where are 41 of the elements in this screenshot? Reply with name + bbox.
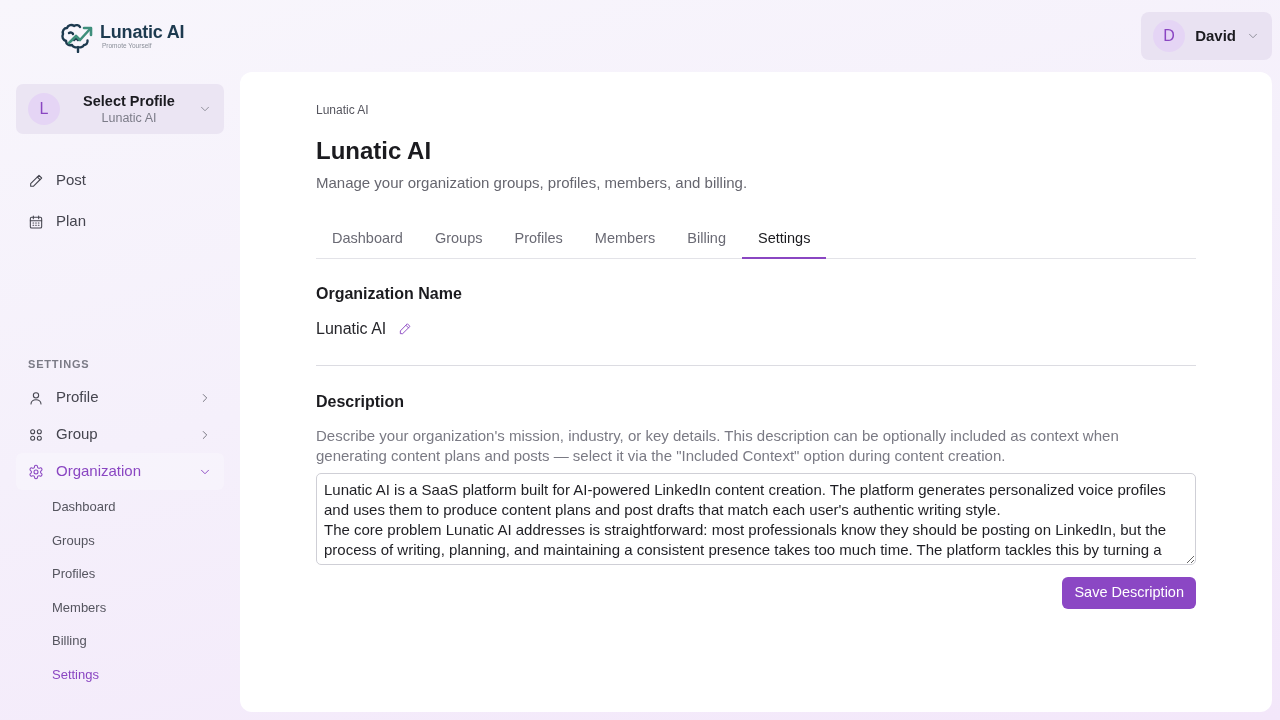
sidebar-settings-item[interactable]: Profile — [16, 379, 224, 416]
section-heading: Organization Name — [316, 284, 463, 304]
section-heading: Description — [316, 392, 405, 412]
sidebar-section-heading: SETTINGS — [27, 357, 91, 372]
description-help-text: Describe your organization's mission, industry, or key details. This description can be optionally included as context when generating content plans and posts — select it via the "Included Context" option during content creation. — [316, 426, 1120, 466]
user-menu-button[interactable]: D David — [1141, 12, 1272, 60]
profile-avatar: L — [28, 93, 60, 125]
save-description-button[interactable]: Save Description — [1062, 577, 1196, 609]
circles-grid-icon — [28, 426, 44, 443]
tab[interactable]: Settings — [742, 218, 827, 259]
profile-selector[interactable]: L Select Profile Lunatic AI — [16, 84, 224, 134]
organization-name-value: Lunatic AI — [316, 319, 387, 339]
breadcrumb-item: Lunatic AI — [316, 102, 369, 118]
tab[interactable]: Billing — [671, 218, 742, 259]
sidebar-nav-item[interactable]: Plan — [16, 201, 224, 242]
pencil-icon — [28, 172, 44, 189]
description-field[interactable]: Lunatic AI is a SaaS platform built for AI-powered LinkedIn content creation. The platform generates personalized voice profiles and uses them to produce content plans and post drafts that match each user's authentic writing style. The core problem Lunatic AI addresses is straightforward: most professionals know they should be posting on LinkedIn, but the process of writing, planning, and maintaining a consistent presence takes too much time. The platform tackles this by turning a — [316, 473, 1196, 565]
sidebar-settings-item[interactable]: Group — [16, 416, 224, 453]
sidebar-subitem[interactable]: Billing — [16, 624, 224, 658]
sidebar-subitem[interactable]: Profiles — [16, 557, 224, 591]
user-avatar: D — [1153, 20, 1186, 52]
tab[interactable]: Groups — [418, 218, 499, 259]
page-title: Lunatic AI — [316, 136, 433, 166]
tab[interactable]: Dashboard — [316, 218, 419, 259]
person-icon — [28, 389, 44, 406]
sidebar-nav-item[interactable]: Post — [16, 160, 224, 201]
sidebar-subitem[interactable]: Dashboard — [16, 490, 224, 524]
tab[interactable]: Profiles — [498, 218, 579, 259]
user-name: David — [1195, 25, 1236, 46]
profile-name: Lunatic AI — [101, 109, 157, 126]
page-subtitle: Manage your organization groups, profiles, members, and billing. — [316, 173, 749, 193]
sidebar-subitem[interactable]: Settings — [16, 657, 224, 692]
profile-selector-title: Select Profile — [83, 92, 175, 110]
sidebar-subitem[interactable]: Groups — [16, 523, 224, 558]
gear-icon — [28, 463, 44, 480]
logo-name: Lunatic AI — [100, 22, 185, 42]
calendar-icon — [28, 213, 44, 230]
edit-pencil-icon[interactable] — [398, 322, 413, 336]
sidebar-settings-item[interactable]: Organization — [16, 453, 224, 490]
tab[interactable]: Members — [578, 218, 672, 259]
sidebar-subitem[interactable]: Members — [16, 590, 224, 625]
